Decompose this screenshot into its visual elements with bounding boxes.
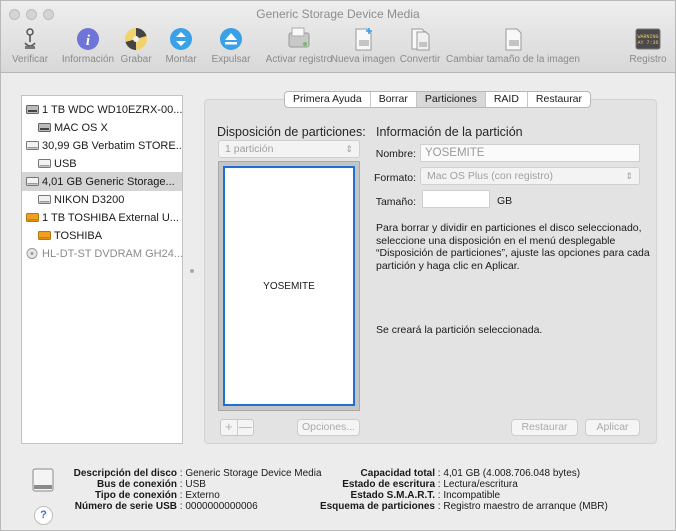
window-title: Generic Storage Device Media — [256, 7, 420, 21]
add-remove-partition-control: + — — [220, 419, 254, 436]
enable-journal-icon — [288, 27, 310, 48]
partition-layout-select[interactable]: 1 partición ⇕ — [218, 140, 360, 158]
sidebar-item-generic-storage-disk[interactable]: 4,01 GB Generic Storage... — [22, 172, 182, 191]
new-image-icon — [355, 28, 372, 51]
internal-disk-icon — [26, 105, 39, 114]
toolbar-info-button[interactable]: i Información — [59, 27, 117, 71]
disk-info-left: Descripción del disco : Generic Storage … — [73, 468, 322, 512]
tab-first-aid[interactable]: Primera Ayuda — [285, 92, 371, 107]
size-label: Tamaño: — [375, 196, 416, 208]
external-disk-icon — [26, 141, 39, 150]
volume-icon — [38, 195, 51, 204]
partition-help-text: Para borrar y dividir en particiones el … — [376, 222, 650, 272]
partition-info-title: Información de la partición — [376, 125, 523, 139]
chevron-updown-icon: ⇕ — [625, 171, 633, 181]
toolbar-log-button[interactable]: WARNING AY 7:36 Registro — [625, 27, 671, 71]
add-partition-button[interactable]: + — [221, 420, 238, 435]
tab-partition[interactable]: Particiones — [416, 92, 486, 107]
orange-disk-icon — [26, 213, 39, 222]
toolbar-burn-button[interactable]: Grabar — [117, 27, 155, 71]
toolbar-eject-button[interactable]: Expulsar — [208, 27, 254, 71]
sidebar-item-usb-volume[interactable]: USB — [22, 154, 182, 173]
format-select[interactable]: Mac OS Plus (con registro) ⇕ — [420, 167, 640, 185]
eject-icon — [220, 28, 242, 50]
sidebar-item-wdc-disk[interactable]: 1 TB WDC WD10EZRX-00... — [22, 100, 182, 119]
svg-text:AY 7:36: AY 7:36 — [637, 40, 658, 46]
tab-restore[interactable]: Restaurar — [528, 92, 590, 107]
disk-utility-window: Generic Storage Device Media Verificar i… — [0, 0, 676, 531]
sidebar-item-macosx-volume[interactable]: MAC OS X — [22, 118, 182, 137]
splitter-handle[interactable] — [190, 269, 194, 273]
external-disk-icon — [26, 177, 39, 186]
toolbar-mount-button[interactable]: Montar — [161, 27, 201, 71]
partition-block-label: YOSEMITE — [263, 280, 315, 292]
toolbar-verify-button[interactable]: Verificar — [3, 27, 57, 71]
convert-icon — [411, 28, 430, 51]
volume-icon — [38, 123, 51, 132]
toolbar-convert-button[interactable]: Convertir — [397, 27, 443, 71]
partition-status-text: Se creará la partición seleccionada. — [376, 324, 543, 336]
chevron-updown-icon: ⇕ — [345, 144, 353, 154]
sidebar-item-nikon-volume[interactable]: NIKON D3200 — [22, 190, 182, 209]
tab-raid[interactable]: RAID — [486, 92, 528, 107]
toolbar-resize-image-button[interactable]: Cambiar tamaño de la imagen — [445, 27, 581, 71]
options-button[interactable]: Opciones... — [297, 419, 360, 436]
resize-image-icon — [505, 28, 522, 51]
partition-layout-title: Disposición de particiones: — [217, 125, 366, 139]
external-disk-icon — [32, 468, 54, 492]
partition-name-field[interactable]: YOSEMITE — [420, 144, 640, 162]
partition-layout-map: YOSEMITE — [218, 161, 360, 411]
optical-drive-icon — [26, 248, 38, 259]
mount-icon — [170, 28, 192, 50]
remove-partition-button[interactable]: — — [238, 420, 254, 435]
revert-button[interactable]: Restaurar — [511, 419, 578, 436]
help-button[interactable]: ? — [34, 506, 53, 525]
size-unit: GB — [497, 195, 513, 207]
log-icon: WARNING AY 7:36 — [635, 28, 661, 50]
apply-button[interactable]: Aplicar — [585, 419, 640, 436]
name-label: Nombre: — [375, 148, 416, 160]
info-icon: i — [77, 28, 99, 50]
toolbar-new-image-button[interactable]: Nueva imagen — [330, 27, 396, 71]
sidebar-item-toshiba-volume[interactable]: TOSHIBA — [22, 226, 182, 245]
sidebar-item-toshiba-disk[interactable]: 1 TB TOSHIBA External U... — [22, 208, 182, 227]
format-label: Formato: — [373, 172, 416, 184]
sidebar-item-dvd-drive[interactable]: HL-DT-ST DVDRAM GH24... — [22, 244, 182, 263]
sidebar-item-verbatim-disk[interactable]: 30,99 GB Verbatim STORE... — [22, 136, 182, 155]
partition-size-field[interactable] — [422, 190, 490, 208]
burn-icon — [125, 28, 147, 50]
disk-info-right: Capacidad total : 4,01 GB (4.008.706.048… — [319, 468, 608, 512]
tab-erase[interactable]: Borrar — [371, 92, 417, 107]
device-sidebar[interactable]: 1 TB WDC WD10EZRX-00... MAC OS X 30,99 G… — [21, 95, 183, 444]
title-bar: Generic Storage Device Media Verificar i… — [1, 1, 675, 73]
partition-block[interactable]: YOSEMITE — [223, 166, 355, 406]
orange-volume-icon — [38, 231, 51, 240]
stethoscope-icon — [24, 28, 36, 49]
tab-bar: Primera Ayuda Borrar Particiones RAID Re… — [284, 91, 592, 108]
volume-icon — [38, 159, 51, 168]
